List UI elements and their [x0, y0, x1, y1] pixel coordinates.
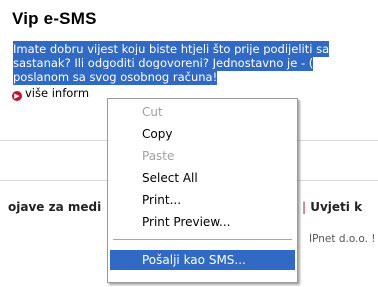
footer-link-terms[interactable]: Uvjeti k [310, 200, 362, 214]
menu-item-print-preview[interactable]: Print Preview... [110, 212, 295, 232]
selected-line-3[interactable]: poslanom sa svog osobnog računa! [13, 69, 218, 85]
section-title: Vip e-SMS [12, 9, 97, 28]
menu-item-send-as-sms[interactable]: Pošalji kao SMS... [110, 250, 295, 270]
web-page: Vip e-SMS Imate dobru vijest koju biste … [0, 0, 378, 287]
more-info-label[interactable]: više inform [25, 86, 89, 100]
copyright-text: IPnet d.o.o. ! [309, 233, 376, 245]
more-info-link[interactable]: ▶ više inform [12, 86, 89, 101]
arrow-right-bullet-icon: ▶ [12, 91, 22, 101]
menu-item-paste: Paste [142, 149, 175, 163]
menu-item-print[interactable]: Print... [110, 190, 295, 210]
footer-link-media[interactable]: ojave za medi [8, 200, 101, 214]
menu-item-select-all[interactable]: Select All [110, 168, 295, 188]
menu-item-cut: Cut [142, 105, 163, 119]
menu-separator [113, 239, 292, 240]
context-menu: Cut Copy Paste Select All Print... Print… [107, 98, 298, 283]
selected-paragraph[interactable]: Imate dobru vijest koju biste htjeli što… [13, 41, 330, 85]
footer-separator: | [301, 200, 307, 214]
menu-item-copy[interactable]: Copy [110, 124, 295, 144]
